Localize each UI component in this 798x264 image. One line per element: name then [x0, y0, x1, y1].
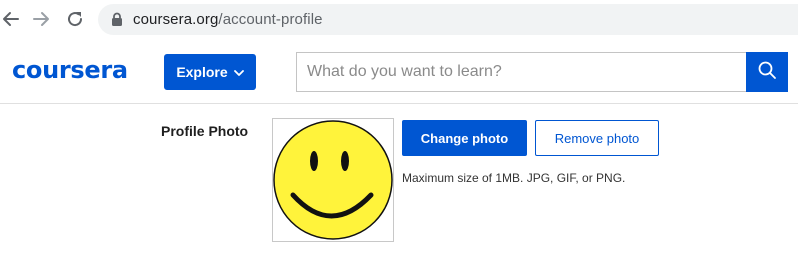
reload-icon[interactable] [64, 8, 86, 30]
forward-arrow-icon[interactable] [30, 8, 52, 30]
change-photo-button[interactable]: Change photo [402, 120, 527, 156]
address-bar[interactable]: coursera.org/account-profile [98, 4, 798, 35]
remove-photo-button[interactable]: Remove photo [535, 120, 659, 156]
search-icon [757, 60, 777, 85]
size-note: Maximum size of 1MB. JPG, GIF, or PNG. [402, 171, 626, 185]
profile-photo-label: Profile Photo [161, 123, 249, 139]
search-placeholder: What do you want to learn? [307, 63, 502, 80]
coursera-logo[interactable]: coursera [12, 56, 128, 84]
lock-icon [110, 12, 124, 28]
search-button[interactable] [746, 52, 788, 92]
browser-toolbar: coursera.org/account-profile [0, 0, 798, 38]
site-header: coursera Explore What do you want to lea… [0, 38, 798, 104]
search-input[interactable]: What do you want to learn? [296, 52, 748, 92]
url-path: /account-profile [218, 11, 323, 28]
url-text: coursera.org/account-profile [133, 11, 323, 28]
explore-button[interactable]: Explore [164, 54, 256, 90]
smiley-face-icon [273, 120, 393, 240]
back-arrow-icon[interactable] [0, 8, 22, 30]
chevron-down-icon [233, 64, 244, 80]
url-domain: coursera.org [133, 11, 219, 28]
profile-photo [272, 118, 394, 242]
explore-label: Explore [176, 64, 228, 80]
